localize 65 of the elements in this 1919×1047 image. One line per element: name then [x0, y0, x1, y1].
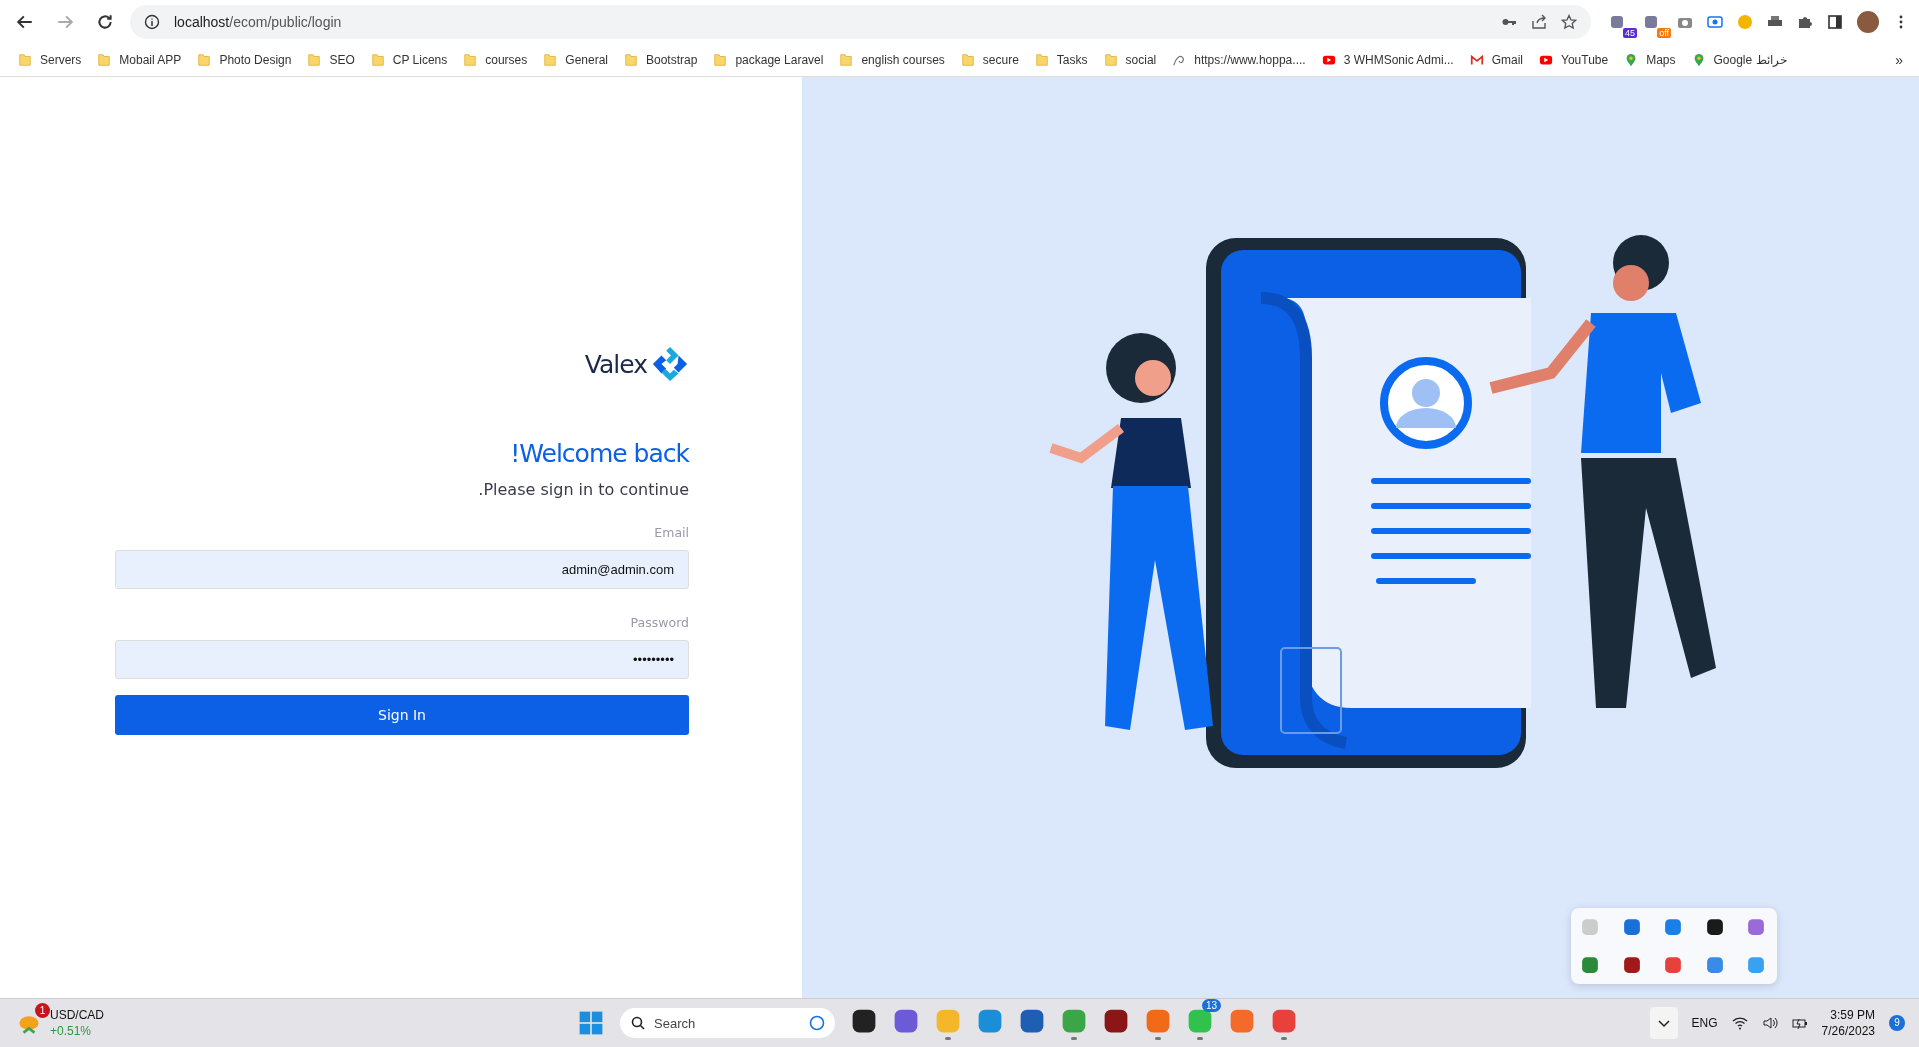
reload-icon[interactable]	[96, 13, 114, 31]
bookmark[interactable]: Servers	[10, 53, 90, 67]
language-indicator[interactable]: ENG	[1691, 1016, 1718, 1030]
widget-title: USD/CAD	[50, 1008, 104, 1022]
bookmark[interactable]: General	[535, 53, 616, 67]
app-icon[interactable]	[1103, 1008, 1129, 1034]
subtitle-text: .Please sign in to continue	[478, 480, 689, 499]
bookmark[interactable]: english courses	[831, 53, 953, 67]
bookmark[interactable]: SEO	[299, 53, 363, 67]
mail-icon	[1469, 53, 1484, 67]
bookmark[interactable]: Maps	[1616, 53, 1684, 67]
widget-change: +0.51%	[50, 1024, 93, 1038]
show-hidden-icons-button[interactable]	[1649, 1007, 1678, 1039]
bookmark[interactable]: Google خرائط	[1683, 53, 1795, 67]
bookmark[interactable]: CP Licens	[362, 53, 456, 67]
field-label: Password	[630, 615, 689, 630]
bookmark[interactable]: secure	[952, 53, 1027, 67]
wifi-icon[interactable]	[1731, 1015, 1748, 1031]
bookmark[interactable]: 3 WHMSonic Admi...	[1313, 53, 1462, 67]
play-icon	[1321, 53, 1336, 67]
extension-badge: 45	[1623, 28, 1637, 38]
bookmark[interactable]: https://www.hoppa....	[1164, 53, 1314, 67]
bookmark[interactable]: courses	[455, 53, 536, 67]
share-icon[interactable]	[1531, 14, 1547, 30]
extension-badge: off	[1657, 28, 1671, 38]
bookmark[interactable]: Bootstrap	[616, 53, 706, 67]
bookmark[interactable]: Tasks	[1026, 53, 1096, 67]
welcome-heading: !Welcome back	[510, 439, 689, 468]
sidebar-icon[interactable]	[1827, 14, 1843, 30]
bookmark[interactable]: Photo Design	[189, 53, 300, 67]
info-icon[interactable]	[144, 14, 160, 30]
extension-icon[interactable]	[1609, 14, 1625, 30]
bookmark[interactable]: Gmail	[1461, 53, 1531, 67]
star-icon[interactable]	[1561, 14, 1577, 30]
input-field[interactable]: •••••••••	[115, 640, 689, 679]
back-icon[interactable]	[16, 13, 34, 31]
bookmark[interactable]: social	[1095, 53, 1165, 67]
extension-icon[interactable]	[1643, 14, 1659, 30]
logo-icon	[651, 345, 689, 383]
start-icon[interactable]	[578, 1010, 604, 1036]
puzzle-icon[interactable]	[1797, 14, 1813, 30]
address-bar[interactable]: localhost/ecom/public/login	[130, 5, 1591, 39]
app-icon[interactable]	[1705, 918, 1724, 936]
app-icon[interactable]	[1622, 956, 1641, 974]
brand-name: Valex	[584, 349, 647, 379]
record-icon[interactable]	[1707, 14, 1723, 30]
notification-badge: 1	[35, 1003, 50, 1018]
notification-badge: 13	[1201, 999, 1221, 1012]
field-label: Email	[654, 525, 689, 540]
notification-count[interactable]: 9	[1889, 1015, 1905, 1031]
bookmark[interactable]: package Laravel	[705, 53, 832, 67]
bookmark[interactable]: YouTube	[1531, 53, 1617, 67]
link-icon	[1172, 53, 1187, 67]
volume-icon[interactable]	[1761, 1015, 1778, 1031]
more-bookmarks-button[interactable]: »	[1889, 52, 1909, 68]
square-icon[interactable]	[1747, 956, 1766, 974]
url-text: localhost/ecom/public/login	[174, 14, 342, 30]
forward-icon[interactable]	[56, 13, 74, 31]
input-field[interactable]: admin@admin.com	[115, 550, 689, 589]
bookmark[interactable]: Mobail APP	[89, 53, 190, 67]
clock[interactable]: 3:59 PM 7/26/2023	[1821, 1008, 1875, 1038]
search-field[interactable]: Search	[620, 1008, 835, 1038]
profile-avatar[interactable]	[1857, 11, 1879, 33]
sign-in-button[interactable]: Sign In	[115, 695, 689, 735]
play-icon	[1539, 53, 1553, 67]
